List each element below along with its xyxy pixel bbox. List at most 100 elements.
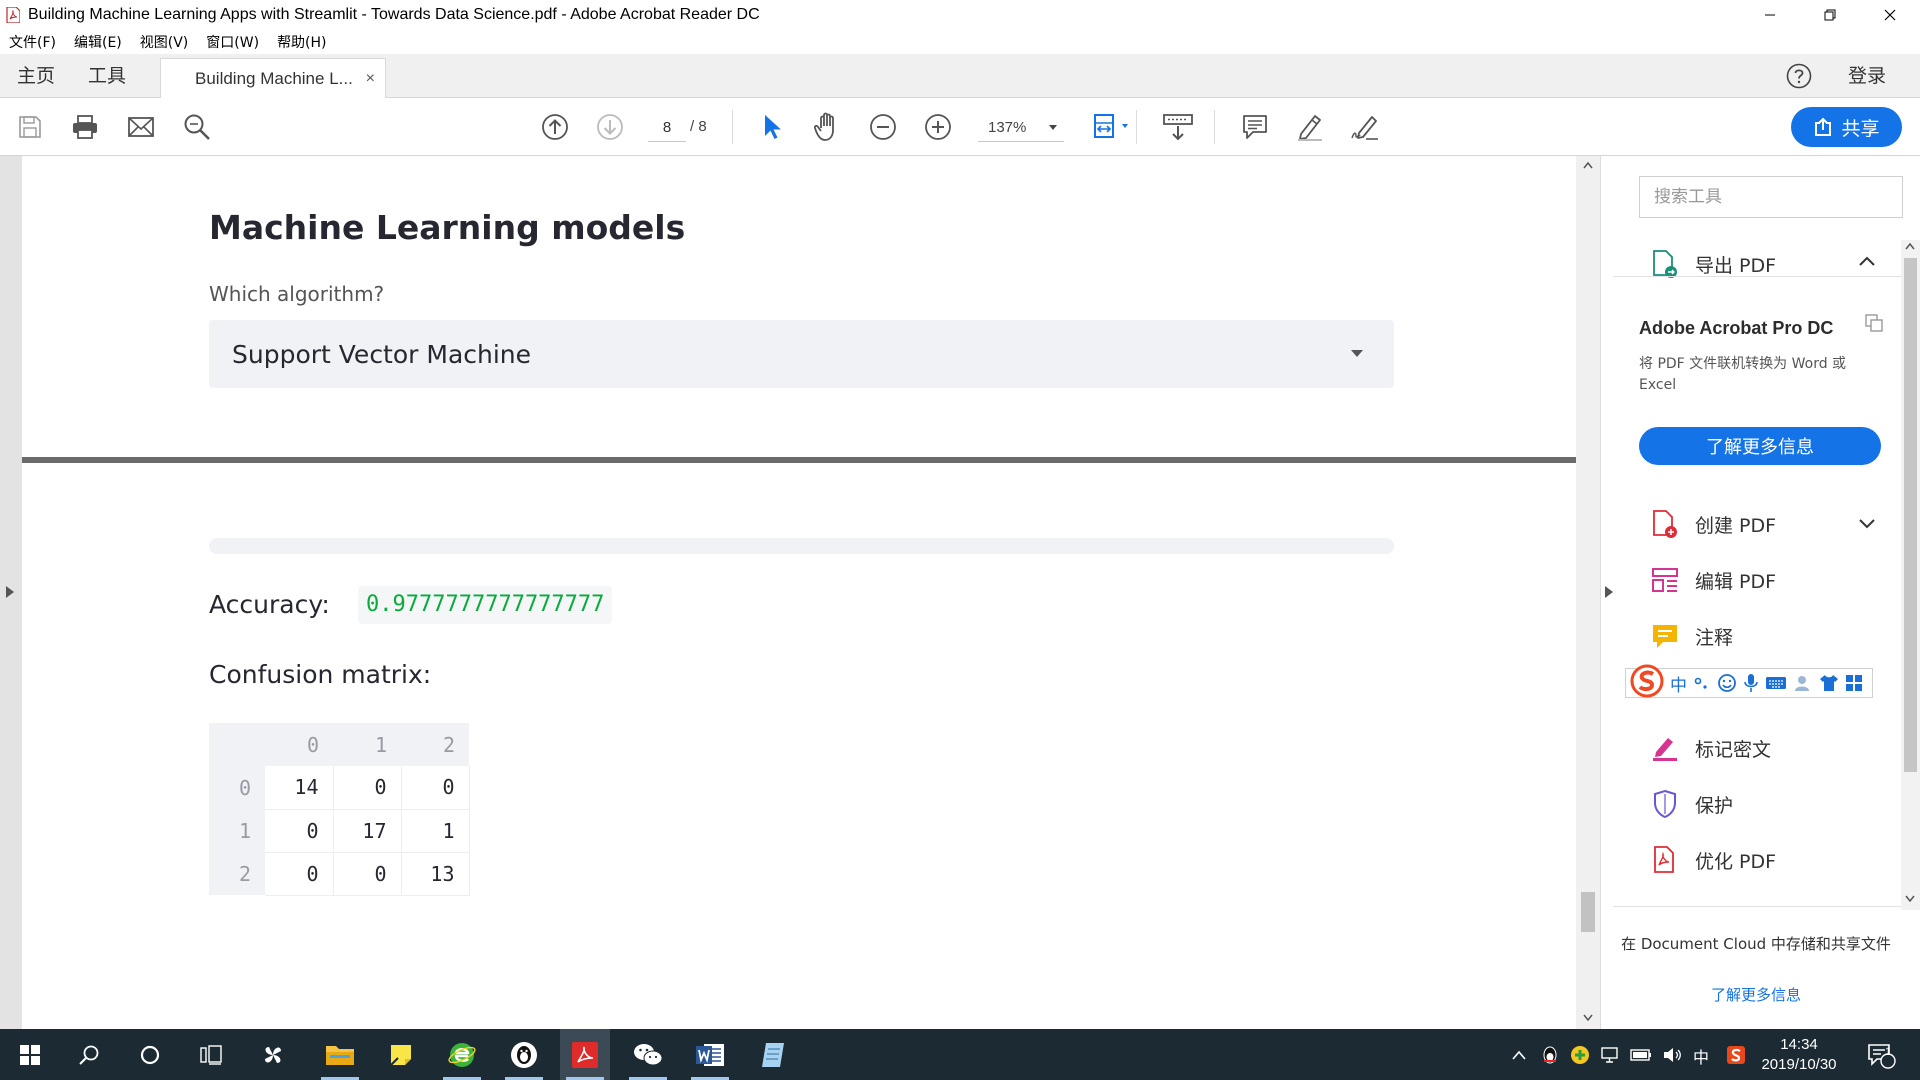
save-icon xyxy=(19,116,41,138)
save-button[interactable] xyxy=(15,112,45,142)
print-button[interactable] xyxy=(70,112,100,142)
ime-indicator[interactable]: 中 xyxy=(1693,1044,1709,1068)
notification-center-button[interactable]: 1 xyxy=(1866,1029,1896,1080)
share-label: 共享 xyxy=(1841,117,1880,140)
menu-file[interactable]: 文件(F) xyxy=(0,32,65,52)
menu-help[interactable]: 帮助(H) xyxy=(268,32,335,52)
column-header: 0 xyxy=(265,723,333,766)
page-number-input[interactable] xyxy=(648,114,686,142)
document-viewport[interactable]: Machine Learning models Which algorithm?… xyxy=(0,156,1600,1029)
previous-page-button[interactable] xyxy=(540,112,570,142)
tab-tools[interactable]: 工具 xyxy=(88,54,126,98)
expand-left-panel-icon[interactable] xyxy=(6,586,14,598)
share-button[interactable]: 共享 xyxy=(1791,107,1902,147)
next-page-button[interactable] xyxy=(595,112,625,142)
page-fit-button[interactable] xyxy=(1092,112,1132,142)
tool-create-pdf[interactable]: 创建 PDF xyxy=(1649,504,1776,544)
scroll-mode-button[interactable] xyxy=(1160,112,1196,142)
sign-button[interactable] xyxy=(1350,112,1380,142)
scroll-down-icon[interactable] xyxy=(1583,1014,1593,1021)
scrollbar-thumb[interactable] xyxy=(1581,892,1595,932)
comment-button[interactable] xyxy=(1240,112,1270,142)
zoom-in-button[interactable] xyxy=(923,112,953,142)
zoom-value: 137% xyxy=(988,119,1027,136)
punctuation-icon xyxy=(1694,677,1707,689)
highlight-button[interactable] xyxy=(1295,112,1325,142)
chevron-up-icon[interactable] xyxy=(1859,256,1875,266)
login-link[interactable]: 登录 xyxy=(1848,54,1886,98)
sogou-tray[interactable] xyxy=(1726,1029,1746,1080)
taskbar-app-word[interactable] xyxy=(685,1029,735,1080)
tool-label: 优化 PDF xyxy=(1695,850,1777,873)
select-tool-button[interactable] xyxy=(758,112,788,142)
tool-optimize-pdf[interactable]: 优化 PDF xyxy=(1649,840,1776,880)
scrollbar-thumb[interactable] xyxy=(1904,258,1917,772)
taskbar-app-explorer[interactable] xyxy=(315,1029,365,1080)
table-header-row: 0 1 2 xyxy=(209,723,469,766)
scroll-down-icon[interactable] xyxy=(1905,895,1915,902)
taskbar-app-notepad[interactable] xyxy=(748,1029,798,1080)
tool-edit-pdf[interactable]: 编辑 PDF xyxy=(1649,560,1776,600)
menu-window[interactable]: 窗口(W) xyxy=(197,32,268,52)
chevron-down-icon xyxy=(1351,350,1363,357)
collapse-tools-pane-icon[interactable] xyxy=(1605,586,1613,598)
email-button[interactable] xyxy=(126,112,156,142)
menu-edit[interactable]: 编辑(E) xyxy=(65,32,131,52)
tool-search-input[interactable] xyxy=(1639,176,1903,218)
task-view-button[interactable] xyxy=(186,1029,236,1080)
tab-document[interactable]: Building Machine L... × xyxy=(160,58,386,99)
title-bar: Building Machine Learning Apps with Stre… xyxy=(0,0,1920,30)
find-button[interactable] xyxy=(182,112,212,142)
scroll-up-icon[interactable] xyxy=(1905,243,1915,250)
help-button[interactable] xyxy=(1786,63,1812,89)
taskbar-app-browser[interactable] xyxy=(437,1029,487,1080)
matrix-cell: 0 xyxy=(333,766,402,810)
chevron-up-icon[interactable] xyxy=(1512,1050,1526,1060)
scroll-up-icon[interactable] xyxy=(1583,162,1593,169)
close-window-button[interactable] xyxy=(1860,0,1920,30)
hand-tool-button[interactable] xyxy=(813,112,843,142)
restore-button[interactable] xyxy=(1800,0,1860,30)
folder-icon xyxy=(326,1045,354,1065)
taskbar-app-qq[interactable] xyxy=(499,1029,549,1080)
start-button[interactable] xyxy=(5,1029,55,1080)
create-pdf-icon xyxy=(1653,510,1677,538)
tool-label: 标记密文 xyxy=(1695,738,1772,761)
qq-tray-icon[interactable] xyxy=(1540,1045,1560,1065)
battery-icon[interactable] xyxy=(1630,1048,1652,1062)
learn-more-button[interactable]: 了解更多信息 xyxy=(1639,427,1881,465)
network-icon[interactable] xyxy=(1600,1046,1620,1064)
taskbar-app-pinwheel[interactable] xyxy=(248,1029,298,1080)
tab-home[interactable]: 主页 xyxy=(17,54,55,98)
taskbar-app-wechat[interactable] xyxy=(623,1029,673,1080)
document-scrollbar[interactable] xyxy=(1576,156,1600,1029)
taskbar-clock[interactable]: 14:34 2019/10/30 xyxy=(1752,1035,1846,1075)
minimize-button[interactable] xyxy=(1740,0,1800,30)
matrix-cell: 14 xyxy=(265,766,334,810)
zoom-select[interactable]: 137% xyxy=(978,114,1064,142)
plus-tray-icon[interactable] xyxy=(1570,1045,1590,1065)
cloud-promo-text: 在 Document Cloud 中存储和共享文件 xyxy=(1621,935,1891,953)
zoom-search-icon xyxy=(184,114,210,140)
pro-title: Adobe Acrobat Pro DC xyxy=(1639,318,1834,338)
tool-redact[interactable]: 标记密文 xyxy=(1649,728,1771,768)
chevron-down-icon[interactable] xyxy=(1859,519,1875,529)
taskbar-app-acrobat[interactable] xyxy=(560,1029,610,1080)
taskbar-app-sticky-notes[interactable] xyxy=(376,1029,426,1080)
tool-comment[interactable]: 注释 xyxy=(1649,616,1733,656)
tool-export-pdf[interactable]: 导出 PDF xyxy=(1649,244,1776,284)
tool-protect[interactable]: 保护 xyxy=(1649,784,1733,824)
tools-scrollbar[interactable] xyxy=(1901,240,1920,910)
redact-icon xyxy=(1653,738,1677,761)
windows-logo-icon xyxy=(20,1044,40,1065)
cloud-learn-more-link[interactable]: 了解更多信息 xyxy=(1621,984,1891,1005)
menu-view[interactable]: 视图(V) xyxy=(131,32,198,52)
search-button[interactable] xyxy=(64,1029,114,1080)
volume-icon[interactable] xyxy=(1662,1046,1682,1064)
minimize-icon xyxy=(1765,14,1775,16)
confusion-matrix-table: 0 1 2 0 14 0 0 1 0 17 1 2 0 0 13 xyxy=(209,723,470,896)
cortana-button[interactable] xyxy=(125,1029,175,1080)
zoom-out-button[interactable] xyxy=(868,112,898,142)
close-tab-icon[interactable]: × xyxy=(366,59,375,99)
ime-toolbar[interactable]: 中 xyxy=(1625,664,1873,698)
